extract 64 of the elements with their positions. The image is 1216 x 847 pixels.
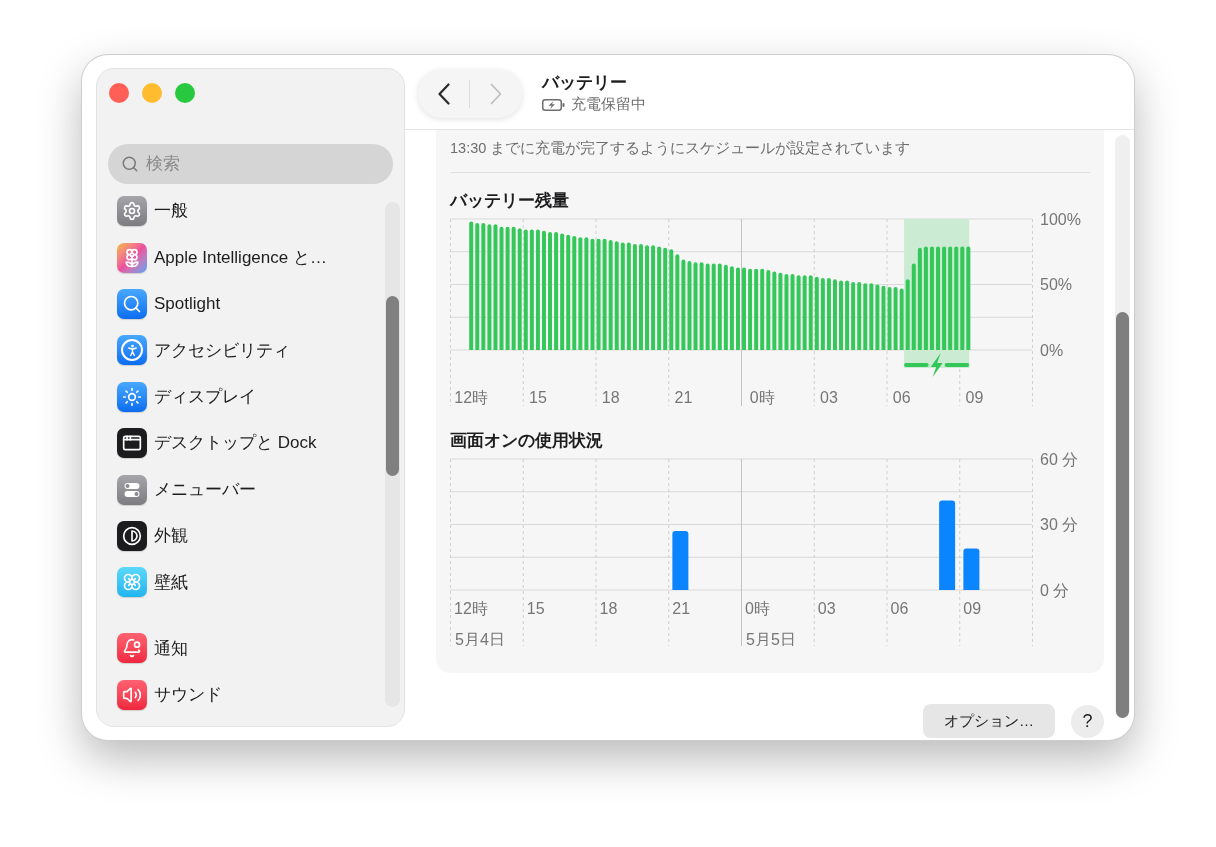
- flower-icon: [117, 567, 147, 598]
- sidebar-item[interactable]: 一般: [107, 188, 381, 235]
- sun-icon: [117, 381, 147, 412]
- axis-label: 15: [529, 388, 547, 406]
- chart-title: バッテリー残量: [450, 191, 570, 211]
- chart-title: 画面オンの使用状況: [450, 431, 604, 451]
- axis-label: 0 分: [1040, 581, 1070, 599]
- sidebar-item[interactable]: デスクトップと Dock: [107, 419, 381, 467]
- axis-label: 0%: [1040, 341, 1064, 359]
- minimize-button[interactable]: [142, 83, 162, 103]
- scrollbar-thumb[interactable]: [1116, 312, 1129, 718]
- usage-bar: [672, 531, 689, 590]
- usage-bar: [963, 548, 980, 590]
- axis-label: 21: [672, 599, 691, 617]
- axis-label: 0時: [745, 599, 770, 617]
- accessibility-icon: [117, 335, 147, 366]
- window-icon: [117, 428, 147, 459]
- speaker-icon: [117, 679, 147, 710]
- axis-label: 60 分: [1040, 451, 1079, 468]
- battery-charging-icon: [542, 98, 565, 111]
- axis-label: 09: [965, 388, 984, 406]
- contrast-icon: [117, 520, 147, 551]
- date-label: 5月4日: [455, 630, 505, 646]
- sidebar-item[interactable]: 通知: [107, 625, 381, 672]
- axis-label: 09: [963, 599, 982, 617]
- axis-label: 03: [820, 388, 838, 406]
- axis-label: 21: [674, 388, 693, 406]
- axis-label: 0時: [749, 388, 775, 406]
- axis-label: 06: [892, 388, 911, 406]
- axis-label: 18: [599, 599, 618, 617]
- toggles-icon: [117, 474, 147, 505]
- status-text: 充電保留中: [571, 94, 646, 114]
- axis-label: 03: [817, 599, 836, 617]
- sidebar-item[interactable]: 外観: [107, 512, 381, 560]
- options-button[interactable]: オプション…: [923, 704, 1055, 738]
- charging-indicator: [904, 353, 970, 377]
- schedule-note: 13:30 までに充電が完了するようにスケジュールが設定されています: [450, 139, 912, 158]
- zoom-button[interactable]: [175, 83, 195, 103]
- date-label: 5月5日: [746, 630, 796, 646]
- help-button[interactable]: ?: [1071, 704, 1104, 738]
- axis-label: 12時: [454, 599, 488, 617]
- axis-label: 100%: [1040, 211, 1081, 228]
- sidebar-item[interactable]: Spotlight: [107, 280, 381, 328]
- sidebar-item[interactable]: 壁紙: [107, 559, 381, 606]
- bell-icon: [117, 633, 147, 664]
- axis-label: 50%: [1040, 276, 1073, 293]
- scrollbar-thumb[interactable]: [386, 296, 399, 476]
- close-button[interactable]: [109, 83, 129, 103]
- search-icon: [121, 155, 139, 173]
- sidebar-item[interactable]: メニューバー: [107, 466, 381, 513]
- flower-icon: [117, 242, 147, 273]
- sidebar-item[interactable]: ディスプレイ: [107, 373, 381, 420]
- axis-label: 15: [526, 599, 545, 617]
- sidebar-item[interactable]: サウンド: [107, 671, 381, 718]
- search-field[interactable]: 検索: [108, 144, 393, 184]
- sidebar-item[interactable]: アクセシビリティ: [107, 327, 381, 374]
- sidebar-item[interactable]: Apple Intelligence と…: [107, 234, 381, 281]
- axis-label: 30 分: [1040, 516, 1079, 533]
- axis-label: 06: [890, 599, 909, 617]
- search-icon: [117, 288, 147, 319]
- page-title: バッテリー: [542, 72, 628, 94]
- axis-label: 12時: [454, 388, 489, 406]
- axis-label: 18: [601, 388, 620, 406]
- gear-icon: [117, 196, 147, 227]
